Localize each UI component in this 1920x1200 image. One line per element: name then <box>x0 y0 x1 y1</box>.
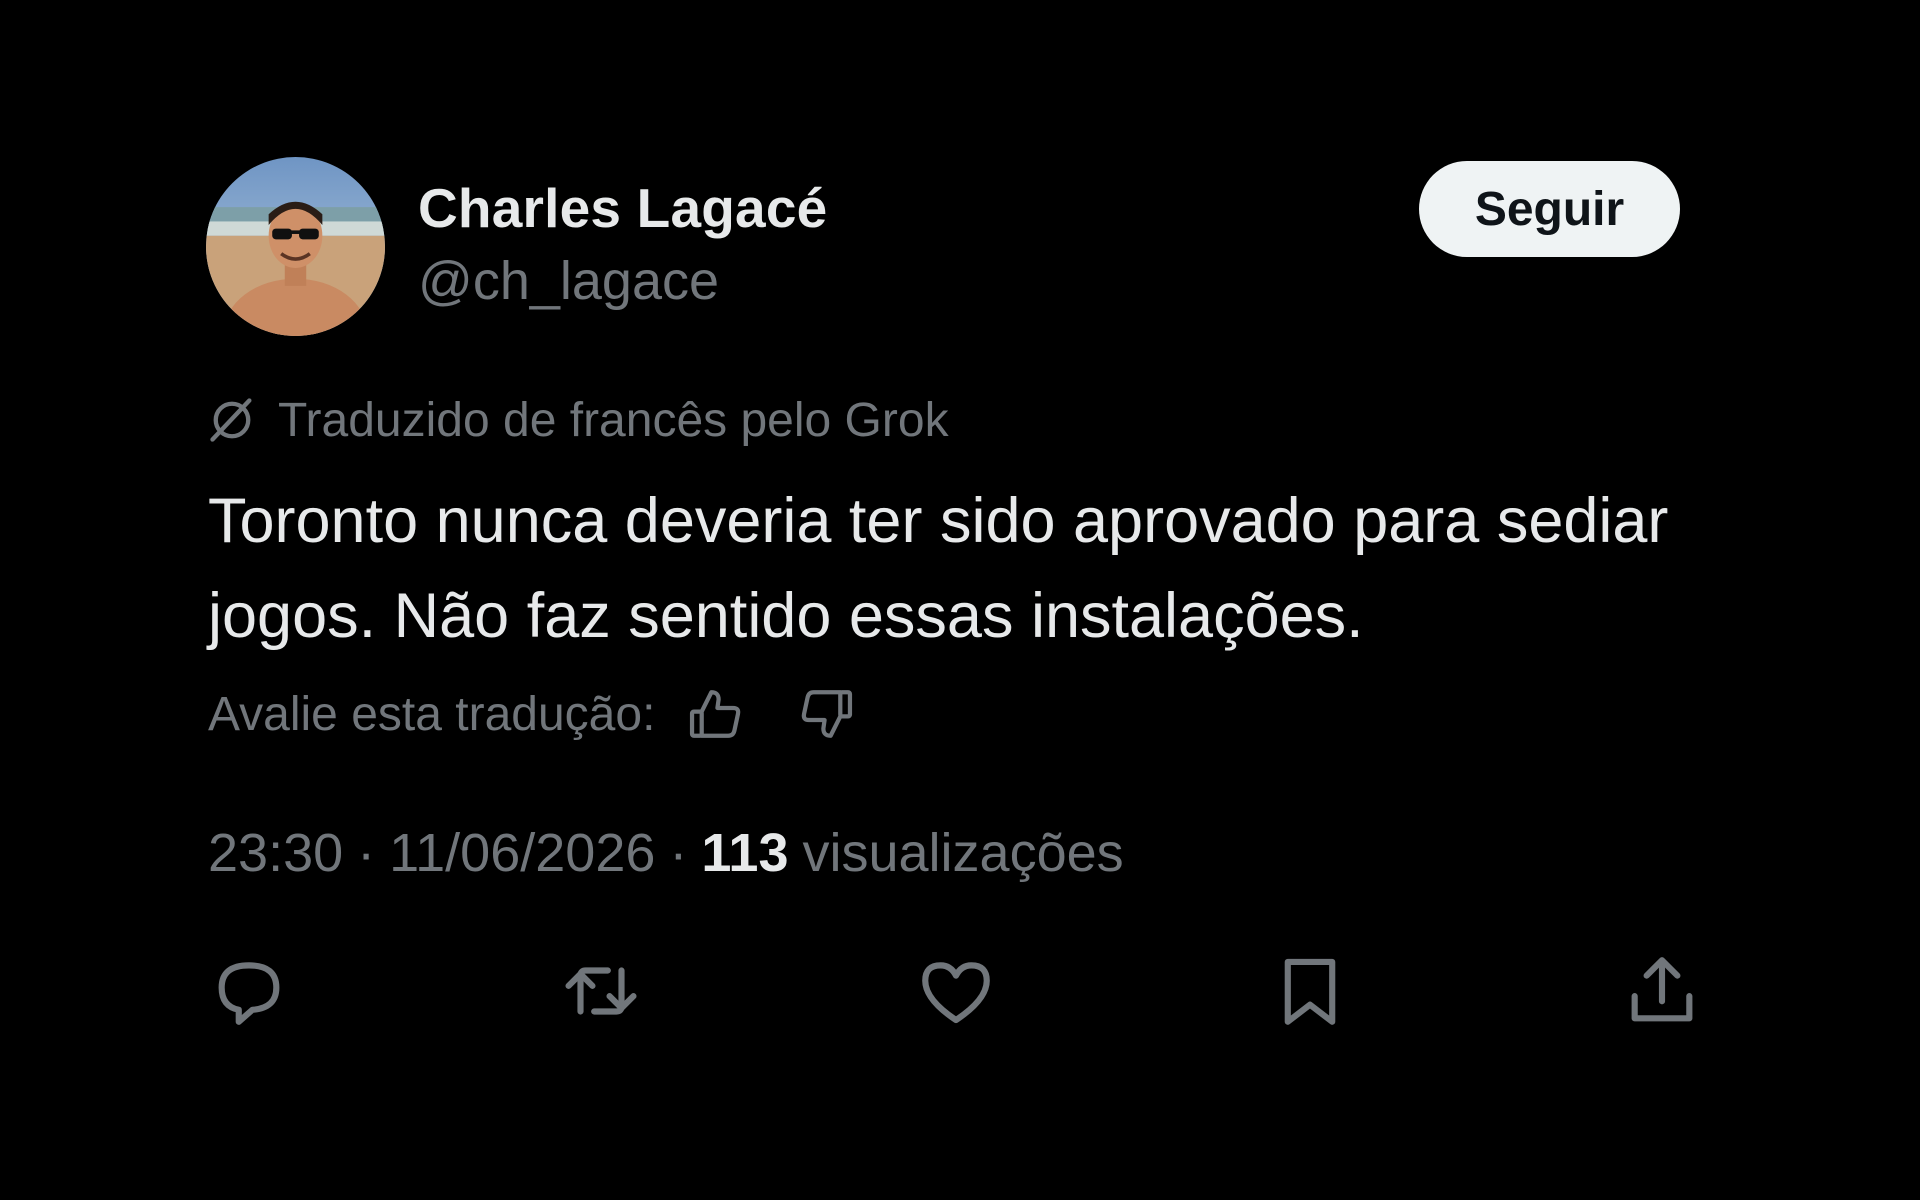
meta-separator: · <box>669 823 688 883</box>
rate-translation: Avalie esta tradução: <box>208 682 857 746</box>
author-display-name[interactable]: Charles Lagacé <box>418 176 827 240</box>
author-handle[interactable]: @ch_lagace <box>418 250 719 312</box>
views-label: visualizações <box>802 823 1124 883</box>
meta-separator: · <box>357 823 376 883</box>
views-count: 113 <box>701 823 789 883</box>
tweet-text: Toronto nunca deveria ter sido aprovado … <box>208 486 1669 651</box>
translation-notice-text: Traduzido de francês pelo Grok <box>278 393 949 447</box>
follow-button[interactable]: Seguir <box>1419 161 1680 257</box>
retweet-icon[interactable] <box>556 946 646 1036</box>
thumbs-up-icon[interactable] <box>685 684 745 744</box>
translation-notice: Traduzido de francês pelo Grok <box>206 390 949 450</box>
reply-icon[interactable] <box>204 946 294 1036</box>
tweet-time[interactable]: 23:30 <box>208 822 343 884</box>
like-icon[interactable] <box>911 946 1001 1036</box>
tweet-date[interactable]: 11/06/2026 <box>389 822 655 884</box>
share-icon[interactable] <box>1617 946 1707 1036</box>
rate-translation-label: Avalie esta tradução: <box>208 687 656 741</box>
bookmark-icon[interactable] <box>1265 946 1355 1036</box>
thumbs-down-icon[interactable] <box>797 684 857 744</box>
grok-icon <box>206 394 258 446</box>
tweet-meta: 23:30 · 11/06/2026 · 113 visualizações <box>208 818 1124 888</box>
author-avatar[interactable] <box>206 157 385 336</box>
profile-photo-icon <box>206 157 385 336</box>
tweet-card: Charles Lagacé @ch_lagace Seguir Traduzi… <box>0 0 1920 1200</box>
